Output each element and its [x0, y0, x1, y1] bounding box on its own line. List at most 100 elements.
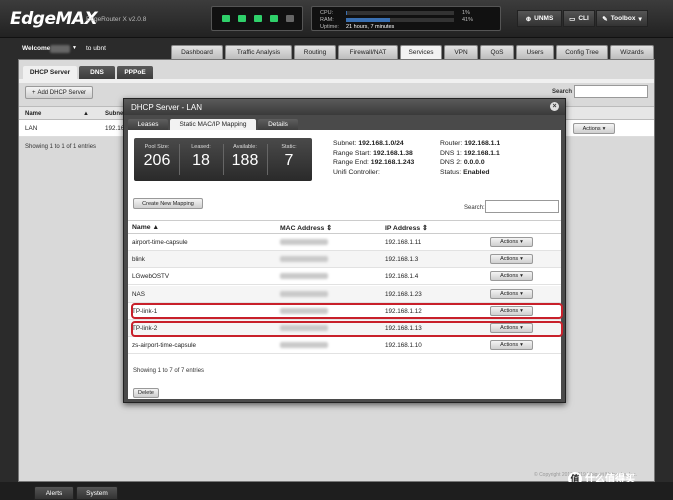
actions-button[interactable]: Actions ▾: [490, 254, 533, 265]
tab-system[interactable]: System: [76, 486, 118, 500]
subtab-pppoe[interactable]: PPPoE: [117, 66, 153, 79]
firmware-version: EdgeRouter X v2.0.8: [86, 16, 147, 23]
mac-address-redacted: [280, 342, 328, 349]
router-value: 192.168.1.1: [464, 140, 501, 147]
cli-label: CLI: [578, 15, 589, 22]
highlight-box: [131, 320, 563, 337]
tab-config-tree[interactable]: Config Tree: [556, 45, 608, 59]
chevron-down-icon: ▾: [520, 239, 523, 245]
system-stats-panel: CPU: 1% RAM: 41% Uptime: 21 hours, 7 min…: [311, 6, 501, 31]
tab-traffic-analysis[interactable]: Traffic Analysis: [225, 45, 292, 59]
wrench-icon: ✎: [602, 15, 608, 23]
mac-address-redacted: [280, 290, 328, 297]
modal-titlebar: DHCP Server - LAN ×: [124, 99, 565, 115]
tab-wizards[interactable]: Wizards: [610, 45, 654, 59]
actions-button[interactable]: Actions ▾: [490, 237, 533, 247]
row-ip: 192.168.1.23: [385, 290, 422, 298]
actions-label: Actions: [500, 290, 519, 297]
ram-label: RAM:: [320, 17, 334, 23]
tab-routing[interactable]: Routing: [294, 45, 336, 59]
mapping-entries-info: Showing 1 to 7 of 7 entries: [133, 368, 205, 374]
dhcp-server-modal: DHCP Server - LAN × Leases Static MAC/IP…: [123, 98, 566, 403]
uptime-value: 21 hours, 7 minutes: [346, 24, 395, 30]
col-name[interactable]: Name ▲: [132, 224, 159, 231]
dhcp-search-input[interactable]: [574, 85, 648, 98]
chevron-down-icon: ▾: [520, 256, 523, 263]
dns2-label: DNS 2:: [440, 159, 462, 167]
chevron-down-icon: ▾: [520, 342, 523, 349]
unms-icon: ⊕: [525, 15, 532, 23]
mac-address-redacted: [280, 256, 328, 263]
cpu-value: 1%: [462, 10, 470, 16]
mapping-search-input[interactable]: [485, 200, 559, 213]
static-label: Static:: [281, 144, 297, 150]
sort-up-icon: ▲: [83, 111, 89, 117]
table-row: blink 192.168.1.3 Actions ▾: [128, 251, 561, 269]
cpu-bar-fill: [346, 11, 348, 15]
unms-button[interactable]: ⊕ UNMS: [517, 10, 562, 27]
tab-dashboard[interactable]: Dashboard: [171, 45, 223, 59]
modal-title: DHCP Server - LAN: [131, 103, 202, 112]
row-subnet: 192.16: [105, 125, 125, 132]
tab-firewall-nat[interactable]: Firewall/NAT: [338, 45, 398, 59]
to-user-label: to ubnt: [86, 45, 106, 52]
chevron-down-icon: ▾: [520, 290, 523, 297]
toolbox-button[interactable]: ✎ Toolbox ▾: [596, 10, 648, 27]
port-1-icon: [222, 15, 230, 22]
col-ip-address[interactable]: IP Address ⇕: [385, 224, 428, 232]
row-ip: 192.168.1.11: [385, 239, 422, 246]
actions-button[interactable]: Actions ▾: [490, 271, 533, 282]
static-value: 7: [284, 152, 294, 169]
tab-users[interactable]: Users: [516, 45, 554, 59]
port-4-icon: [270, 15, 278, 22]
chevron-down-icon: ▾: [638, 15, 642, 23]
table-row: zs-airport-time-capsule 192.168.1.10 Actio…: [128, 337, 561, 355]
actions-button[interactable]: Actions ▾: [490, 340, 533, 351]
cpu-bar: [346, 11, 454, 15]
row-name: zs-airport-time-capsule: [132, 342, 197, 350]
delete-button[interactable]: Delete: [133, 388, 159, 398]
create-new-mapping-button[interactable]: Create New Mapping: [133, 198, 203, 209]
port-3-icon: [254, 15, 262, 22]
subtab-dhcp-server[interactable]: DHCP Server: [23, 66, 77, 79]
static-stat: Static: 7: [270, 144, 308, 170]
tab-vpn[interactable]: VPN: [444, 45, 478, 59]
port-5-icon: [286, 15, 294, 22]
table-row: airport-time-capsule 192.168.1.11 Actions ▾: [128, 234, 561, 251]
tab-details[interactable]: Details: [258, 119, 298, 130]
table-row: NAS 192.168.1.23 Actions ▾: [128, 285, 561, 303]
pool-size-value: 206: [143, 152, 171, 169]
available-value: 188: [231, 152, 259, 169]
actions-label: Actions: [500, 342, 519, 349]
leased-value: 18: [192, 152, 210, 169]
unifi-controller-label: Unifi Controller:: [333, 168, 380, 176]
actions-label: Actions: [500, 273, 519, 280]
range-end-value: 192.168.1.243: [370, 159, 415, 167]
row-ip: 192.168.1.3: [385, 256, 419, 264]
chevron-down-icon: ▾: [520, 273, 523, 280]
col-mac-address[interactable]: MAC Address ⇕: [280, 224, 332, 232]
subnet-value: 192.168.1.0/24: [358, 140, 404, 147]
tab-qos[interactable]: QoS: [480, 45, 514, 59]
username-redacted: [50, 45, 70, 53]
tab-alerts[interactable]: Alerts: [34, 486, 74, 500]
pool-size-label: Pool Size:: [144, 144, 170, 150]
add-dhcp-server-button[interactable]: + Add DHCP Server: [25, 86, 93, 99]
mac-address-redacted: [280, 273, 328, 280]
tab-static-mapping[interactable]: Static MAC/IP Mapping: [170, 119, 256, 130]
close-icon[interactable]: ×: [550, 102, 559, 111]
cli-button[interactable]: ▭ CLI: [563, 10, 595, 27]
col-name[interactable]: Name: [25, 111, 41, 117]
status-value: Enabled: [463, 168, 490, 176]
actions-button[interactable]: Actions ▾: [490, 288, 533, 299]
ram-value: 41%: [462, 17, 474, 23]
actions-button[interactable]: Actions ▾: [573, 123, 615, 134]
subnet-info: Subnet: 192.168.1.0/24 Range Start: 192.…: [333, 139, 414, 177]
tab-leases[interactable]: Leases: [128, 119, 168, 130]
tab-services[interactable]: Services: [400, 45, 442, 59]
pool-size-stat: Pool Size: 206: [138, 144, 176, 170]
subtab-dns[interactable]: DNS: [79, 66, 115, 79]
toolbox-label: Toolbox: [610, 15, 636, 22]
user-menu-chevron-icon[interactable]: ▼: [72, 45, 77, 51]
available-label: Available:: [233, 144, 257, 150]
